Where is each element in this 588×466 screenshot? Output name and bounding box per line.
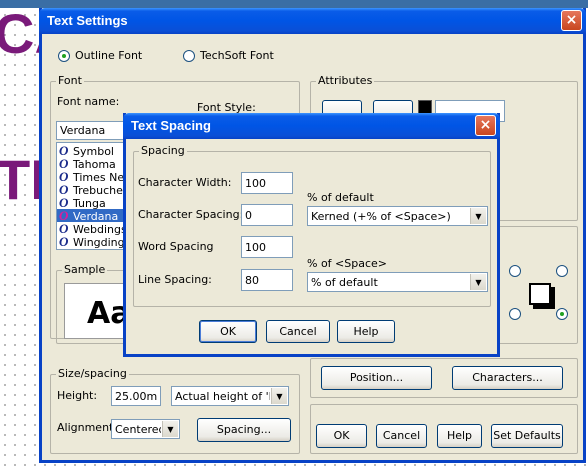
top-strip (0, 0, 588, 8)
text-spacing-dialog: Text Spacing × Spacing Character Width: … (123, 113, 500, 357)
chevron-down-icon[interactable]: ▼ (271, 388, 287, 404)
text-settings-title: Text Settings (47, 13, 128, 28)
size-spacing-group-label: Size/spacing (56, 367, 129, 381)
techsoft-font-radio[interactable] (183, 50, 195, 62)
spacing-group-label: Spacing (139, 144, 187, 158)
cancel-button[interactable]: Cancel (376, 424, 427, 448)
spacing-ok-button[interactable]: OK (199, 320, 257, 343)
word-spacing-label: Word Spacing (138, 240, 214, 253)
word-spacing-input[interactable] (241, 236, 293, 258)
position-button[interactable]: Position... (321, 366, 432, 390)
character-spacing-input[interactable] (241, 204, 293, 226)
height-input[interactable] (111, 386, 161, 406)
line-spacing-label: Line Spacing: (138, 273, 212, 286)
text-spacing-titlebar: Text Spacing × (123, 113, 500, 139)
orientation-top-left-radio[interactable] (509, 265, 521, 277)
attributes-group-label: Attributes (316, 74, 375, 88)
help-button[interactable]: Help (437, 424, 482, 448)
spacing-button[interactable]: Spacing... (197, 418, 291, 442)
character-spacing-unit-label: % of default (307, 191, 374, 204)
chevron-down-icon[interactable]: ▼ (470, 208, 486, 224)
set-defaults-button[interactable]: Set Defaults (491, 424, 563, 448)
sample-group-label: Sample (62, 263, 108, 277)
close-icon[interactable]: × (475, 115, 496, 136)
close-icon[interactable]: × (561, 10, 582, 31)
spacing-help-button[interactable]: Help (337, 320, 395, 343)
characters-button[interactable]: Characters... (452, 366, 563, 390)
box-preview-icon (529, 283, 551, 305)
alignment-label: Alignment: (57, 421, 118, 434)
text-spacing-title: Text Spacing (131, 118, 211, 133)
font-group-label: Font (56, 74, 84, 88)
outline-font-label: Outline Font (75, 49, 143, 62)
spacing-cancel-button[interactable]: Cancel (266, 320, 330, 343)
chevron-down-icon[interactable]: ▼ (470, 274, 486, 290)
line-spacing-input[interactable] (241, 269, 293, 291)
outline-font-radio[interactable] (58, 50, 70, 62)
character-spacing-label: Character Spacing: (138, 208, 244, 221)
font-icon: O (59, 234, 69, 249)
ok-button[interactable]: OK (316, 424, 367, 448)
chevron-down-icon[interactable]: ▼ (162, 421, 178, 437)
character-width-input[interactable] (241, 172, 293, 194)
orientation-top-right-radio[interactable] (556, 265, 568, 277)
orientation-bottom-left-radio[interactable] (509, 308, 521, 320)
techsoft-font-label: TechSoft Font (200, 49, 274, 62)
line-spacing-mode-select[interactable]: % of default ▼ (307, 272, 488, 292)
character-width-label: Character Width: (138, 176, 232, 189)
line-spacing-unit-label: % of <Space> (307, 257, 388, 270)
height-label: Height: (57, 389, 98, 402)
height-mode-select[interactable]: Actual height of 'M' ▼ (171, 386, 289, 406)
character-spacing-mode-select[interactable]: Kerned (+% of <Space>) ▼ (307, 206, 488, 226)
font-name-label: Font name: (57, 95, 120, 108)
text-settings-titlebar: Text Settings × (39, 8, 586, 34)
alignment-select[interactable]: Centered ▼ (111, 419, 180, 439)
orientation-bottom-right-radio[interactable] (556, 308, 568, 320)
